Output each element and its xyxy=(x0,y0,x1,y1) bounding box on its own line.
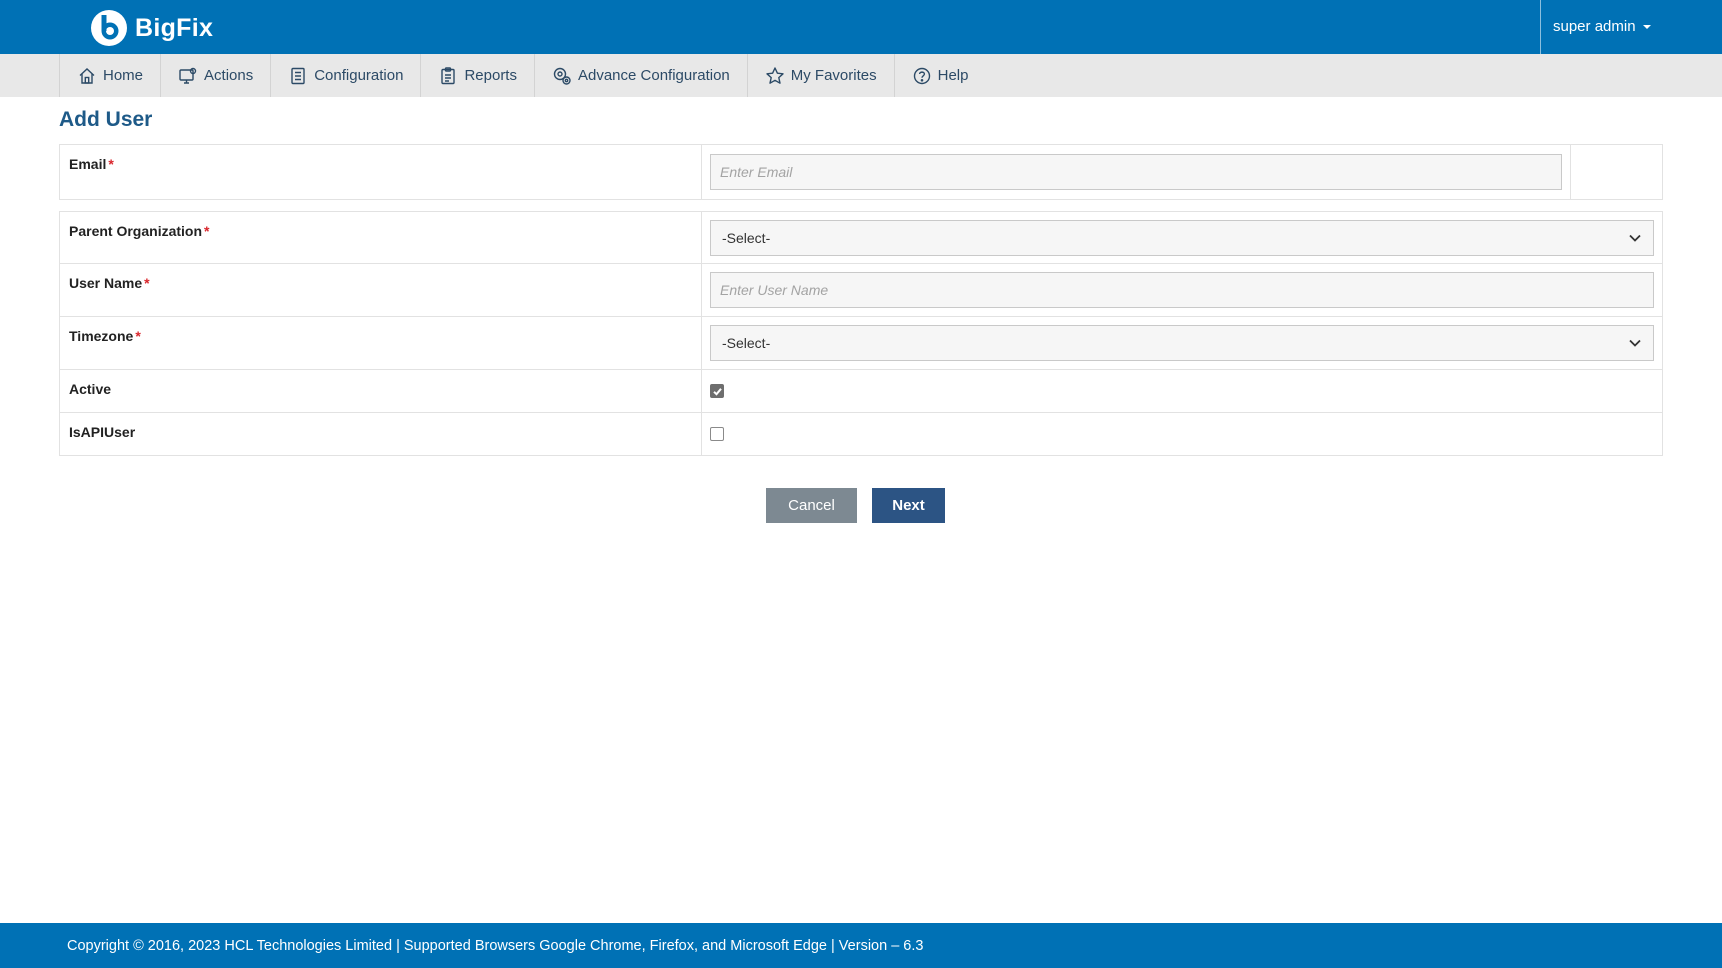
form-actions: Cancel Next xyxy=(766,488,945,523)
footer-text: Copyright © 2016, 2023 HCL Technologies … xyxy=(67,937,924,954)
page-footer: Copyright © 2016, 2023 HCL Technologies … xyxy=(0,923,1722,968)
parent-organization-label: Parent Organization * xyxy=(60,212,702,263)
timezone-control: -Select- xyxy=(702,317,1662,369)
advance-configuration-icon xyxy=(552,66,572,86)
chevron-down-icon xyxy=(1629,234,1641,242)
user-menu-dropdown[interactable]: super admin xyxy=(1553,0,1651,52)
email-extra-cell xyxy=(1570,145,1662,199)
main-navbar: Home Actions Configuration Reports Advan… xyxy=(0,54,1722,97)
active-label-text: Active xyxy=(69,381,112,397)
cancel-button[interactable]: Cancel xyxy=(766,488,857,523)
nav-item-advance-configuration[interactable]: Advance Configuration xyxy=(535,54,748,97)
actions-icon xyxy=(178,66,198,86)
isapiuser-checkbox[interactable] xyxy=(710,427,724,441)
add-user-form: Email* Parent Organization* -Select- Use… xyxy=(59,144,1663,456)
user-name-label: User Name * xyxy=(60,264,702,316)
form-row-isapiuser: IsAPIUser xyxy=(59,413,1663,456)
parent-organization-control: -Select- xyxy=(702,212,1662,263)
form-row-active: Active xyxy=(59,370,1663,413)
reports-icon xyxy=(438,66,458,86)
timezone-label: Timezone * xyxy=(60,317,702,369)
parent-organization-selected-value: -Select- xyxy=(722,229,771,246)
user-name-control xyxy=(702,264,1662,316)
nav-item-label: Home xyxy=(103,67,144,84)
timezone-select[interactable]: -Select- xyxy=(710,325,1654,361)
nav-item-home[interactable]: Home xyxy=(59,54,162,97)
nav-item-label: Advance Configuration xyxy=(577,67,730,84)
form-row-user-name: User Name * xyxy=(59,264,1663,317)
nav-item-reports[interactable]: Reports xyxy=(421,54,535,97)
checkmark-icon xyxy=(712,387,722,396)
nav-menu: Home Actions Configuration Reports Advan… xyxy=(59,54,985,97)
nav-item-my-favorites[interactable]: My Favorites xyxy=(748,54,895,97)
nav-item-help[interactable]: Help xyxy=(895,54,986,97)
next-button[interactable]: Next xyxy=(872,488,945,523)
page-title: Add User xyxy=(59,108,153,131)
nav-item-configuration[interactable]: Configuration xyxy=(271,54,422,97)
user-menu-divider xyxy=(1540,0,1541,54)
form-row-timezone: Timezone * -Select- xyxy=(59,317,1663,370)
user-name-label-text: User Name xyxy=(69,275,143,291)
form-row-parent-organization: Parent Organization * -Select- xyxy=(59,211,1663,264)
active-checkbox[interactable] xyxy=(710,384,724,398)
nav-item-actions[interactable]: Actions xyxy=(161,54,272,97)
isapiuser-label-text: IsAPIUser xyxy=(69,424,136,440)
configuration-icon xyxy=(288,66,308,86)
nav-item-label: My Favorites xyxy=(790,67,877,84)
email-label-text: Email xyxy=(69,156,107,172)
parent-organization-label-text: Parent Organization xyxy=(69,223,203,239)
star-icon xyxy=(765,66,785,86)
active-label: Active xyxy=(60,370,702,412)
user-name-input[interactable] xyxy=(710,272,1654,308)
help-icon xyxy=(912,66,932,86)
brand-name: BigFix xyxy=(135,13,214,42)
isapiuser-control xyxy=(702,413,1662,455)
bigfix-logo[interactable]: BigFix xyxy=(90,9,213,47)
nav-item-label: Reports xyxy=(464,67,517,84)
top-header: BigFix super admin xyxy=(0,0,1722,54)
email-label: Email * xyxy=(60,145,702,199)
caret-down-icon xyxy=(1642,25,1651,29)
nav-item-label: Actions xyxy=(204,67,254,84)
form-row-email: Email * xyxy=(59,144,1663,200)
required-asterisk: * xyxy=(135,328,141,344)
parent-organization-select[interactable]: -Select- xyxy=(710,219,1654,256)
nav-item-label: Help xyxy=(937,67,969,84)
home-icon xyxy=(77,66,97,86)
required-asterisk: * xyxy=(108,156,114,172)
timezone-selected-value: -Select- xyxy=(722,335,771,351)
required-asterisk: * xyxy=(144,275,150,291)
bigfix-logo-icon xyxy=(91,10,127,46)
user-name: super admin xyxy=(1553,17,1636,35)
timezone-label-text: Timezone xyxy=(69,328,134,344)
isapiuser-label: IsAPIUser xyxy=(60,413,702,455)
required-asterisk: * xyxy=(204,223,210,239)
email-input[interactable] xyxy=(710,154,1562,190)
nav-item-label: Configuration xyxy=(314,67,404,84)
email-control xyxy=(702,145,1570,199)
chevron-down-icon xyxy=(1629,339,1641,347)
active-control xyxy=(702,370,1662,412)
